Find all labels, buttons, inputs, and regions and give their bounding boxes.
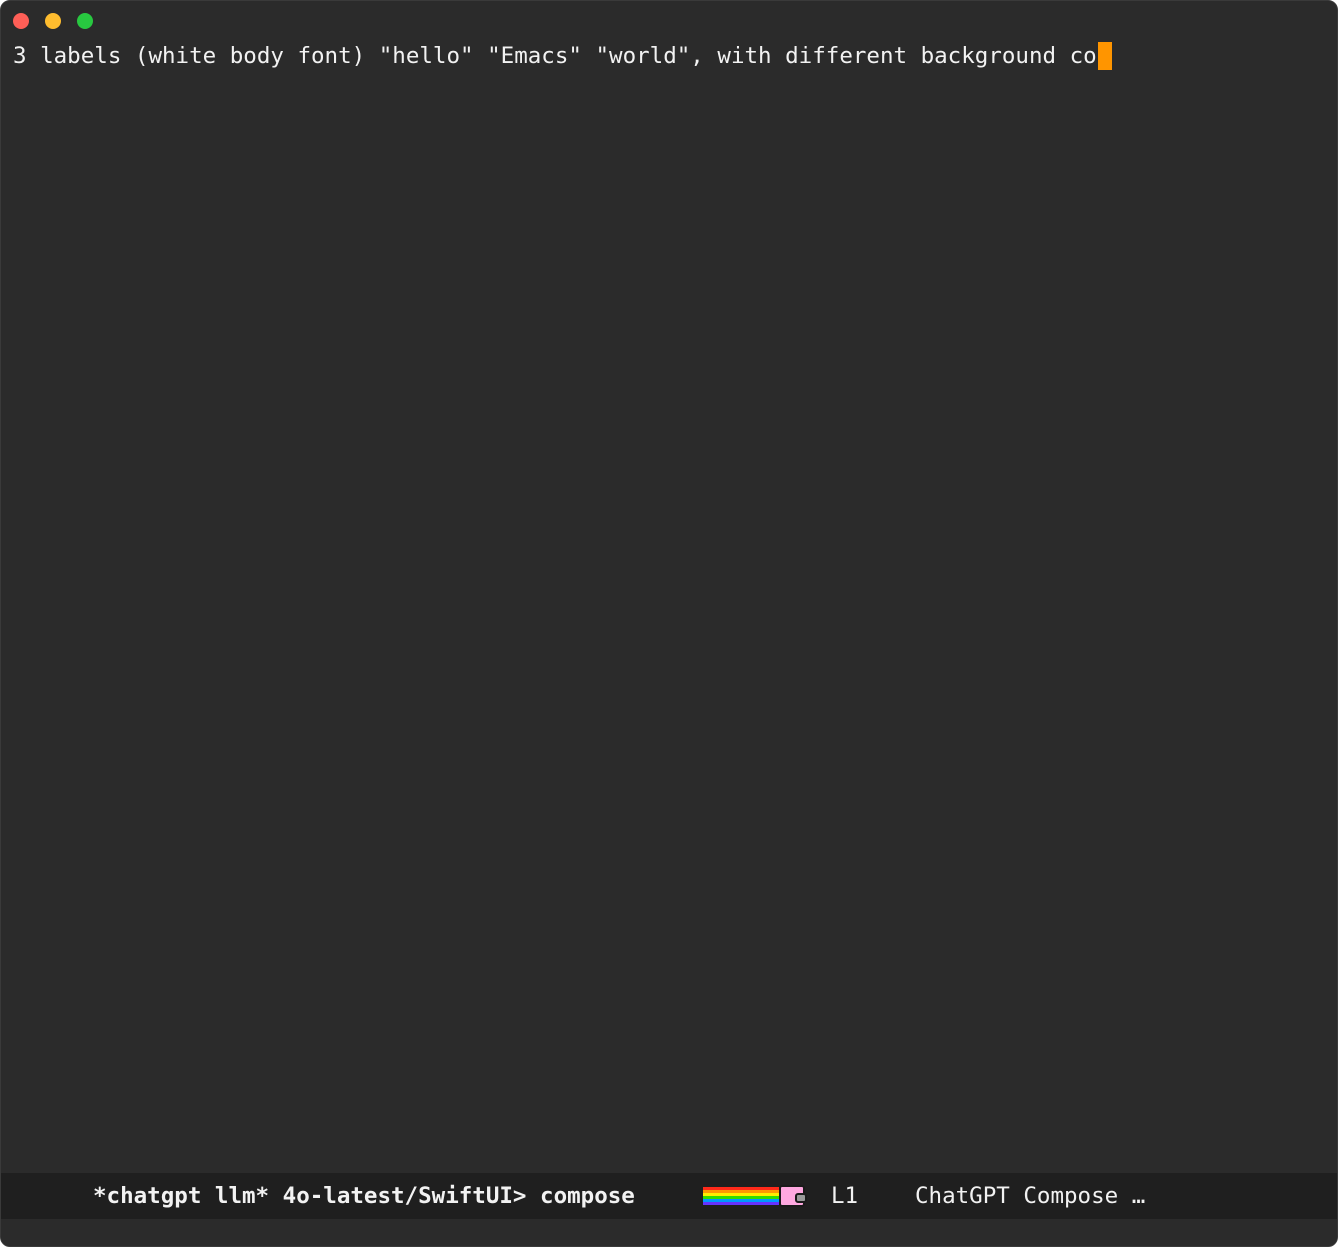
zoom-window-button[interactable]	[77, 13, 93, 29]
buffer-line-text: 3 labels (white body font) "hello" "Emac…	[13, 43, 1097, 69]
mode-line-major-mode[interactable]: ChatGPT Compose …	[915, 1173, 1145, 1219]
emacs-window: 3 labels (white body font) "hello" "Emac…	[0, 0, 1338, 1247]
echo-area[interactable]	[1, 1219, 1337, 1246]
mode-line[interactable]: *chatgpt llm* 4o-latest/SwiftUI> compose…	[1, 1173, 1337, 1219]
cat-body	[779, 1185, 807, 1207]
mode-line-buffer-name[interactable]: *chatgpt llm* 4o-latest/SwiftUI> compose	[93, 1173, 635, 1219]
nyan-cat-icon	[703, 1185, 807, 1207]
minimize-window-button[interactable]	[45, 13, 61, 29]
cat-face	[795, 1193, 807, 1203]
buffer-line-1[interactable]: 3 labels (white body font) "hello" "Emac…	[13, 41, 1112, 71]
editor-buffer[interactable]: 3 labels (white body font) "hello" "Emac…	[1, 37, 1337, 1173]
text-cursor	[1097, 42, 1112, 70]
mode-line-line-number: L1	[831, 1183, 859, 1209]
rainbow-trail	[703, 1187, 779, 1205]
window-controls	[13, 13, 93, 29]
close-window-button[interactable]	[13, 13, 29, 29]
